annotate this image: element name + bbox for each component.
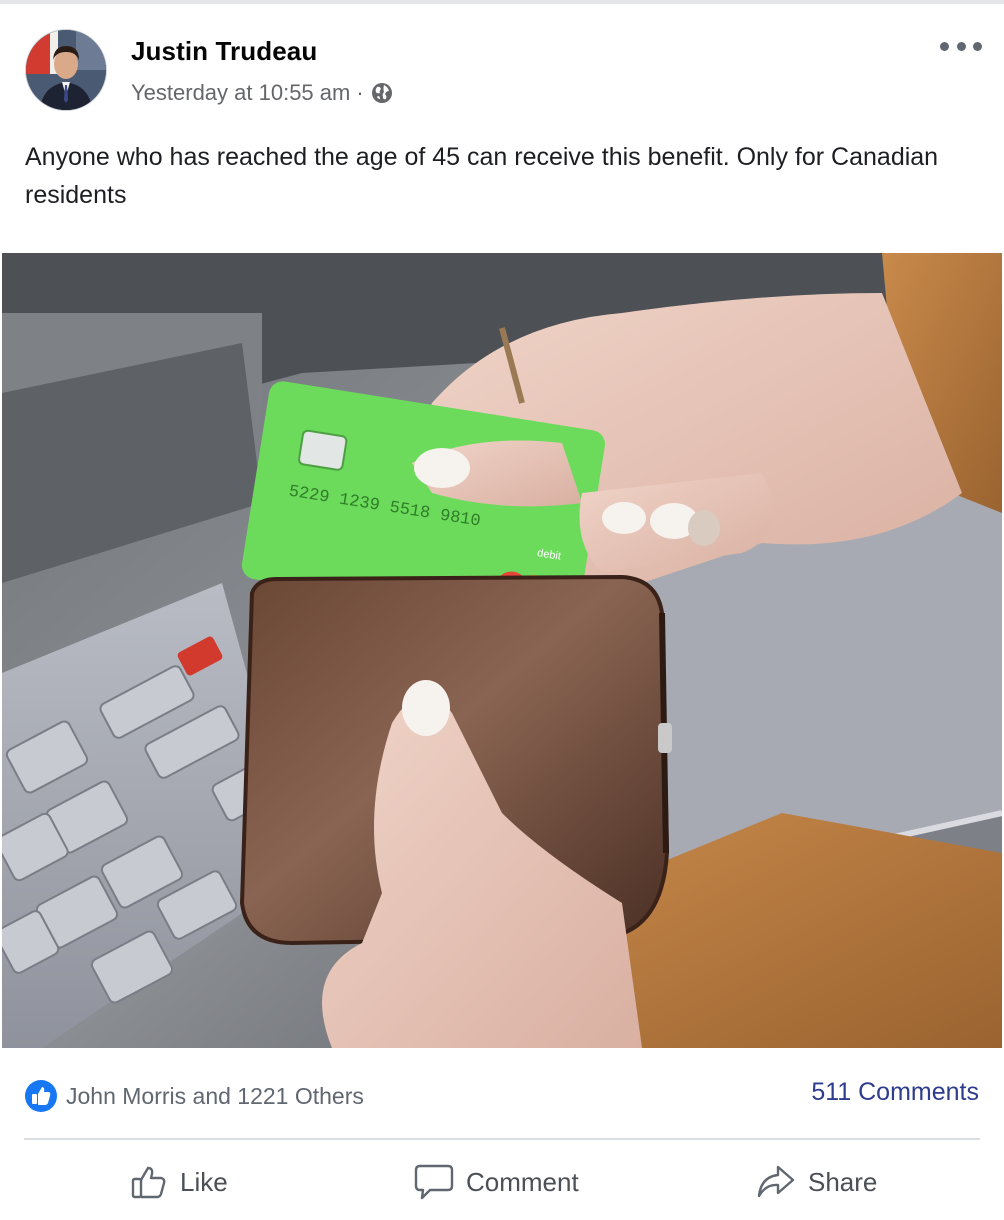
post-meta: Yesterday at 10:55 am ·: [131, 80, 394, 106]
comment-button[interactable]: Comment: [414, 1158, 579, 1206]
more-dot: [940, 41, 949, 51]
post-photo[interactable]: 5229 1239 5518 9810 debit: [2, 253, 1002, 1048]
comment-bubble-icon: [414, 1163, 454, 1201]
like-reaction-icon: [24, 1079, 58, 1113]
author-name[interactable]: Justin Trudeau: [131, 36, 317, 67]
globe-icon[interactable]: [370, 81, 394, 105]
thumbs-up-icon: [130, 1163, 168, 1201]
comment-label: Comment: [466, 1166, 579, 1197]
more-options-icon[interactable]: [940, 34, 982, 58]
meta-separator: ·: [356, 80, 364, 105]
share-label: Share: [808, 1166, 878, 1197]
reactions-summary[interactable]: John Morris and 1221 Others: [24, 1079, 364, 1113]
post-text: Anyone who has reached the age of 45 can…: [25, 143, 939, 209]
like-button[interactable]: Like: [130, 1158, 228, 1206]
more-dot: [956, 41, 966, 51]
comments-count-link[interactable]: 511 Comments: [811, 1078, 979, 1107]
actions-divider: [24, 1138, 980, 1140]
more-dot: [973, 41, 982, 51]
top-divider: [0, 0, 1004, 4]
share-arrow-icon: [756, 1163, 796, 1201]
author-avatar[interactable]: [25, 29, 107, 111]
post-timestamp[interactable]: Yesterday at 10:55 am: [131, 80, 350, 106]
like-label: Like: [180, 1166, 228, 1197]
reactions-text[interactable]: John Morris and 1221 Others: [66, 1083, 364, 1110]
share-button[interactable]: Share: [756, 1158, 877, 1206]
